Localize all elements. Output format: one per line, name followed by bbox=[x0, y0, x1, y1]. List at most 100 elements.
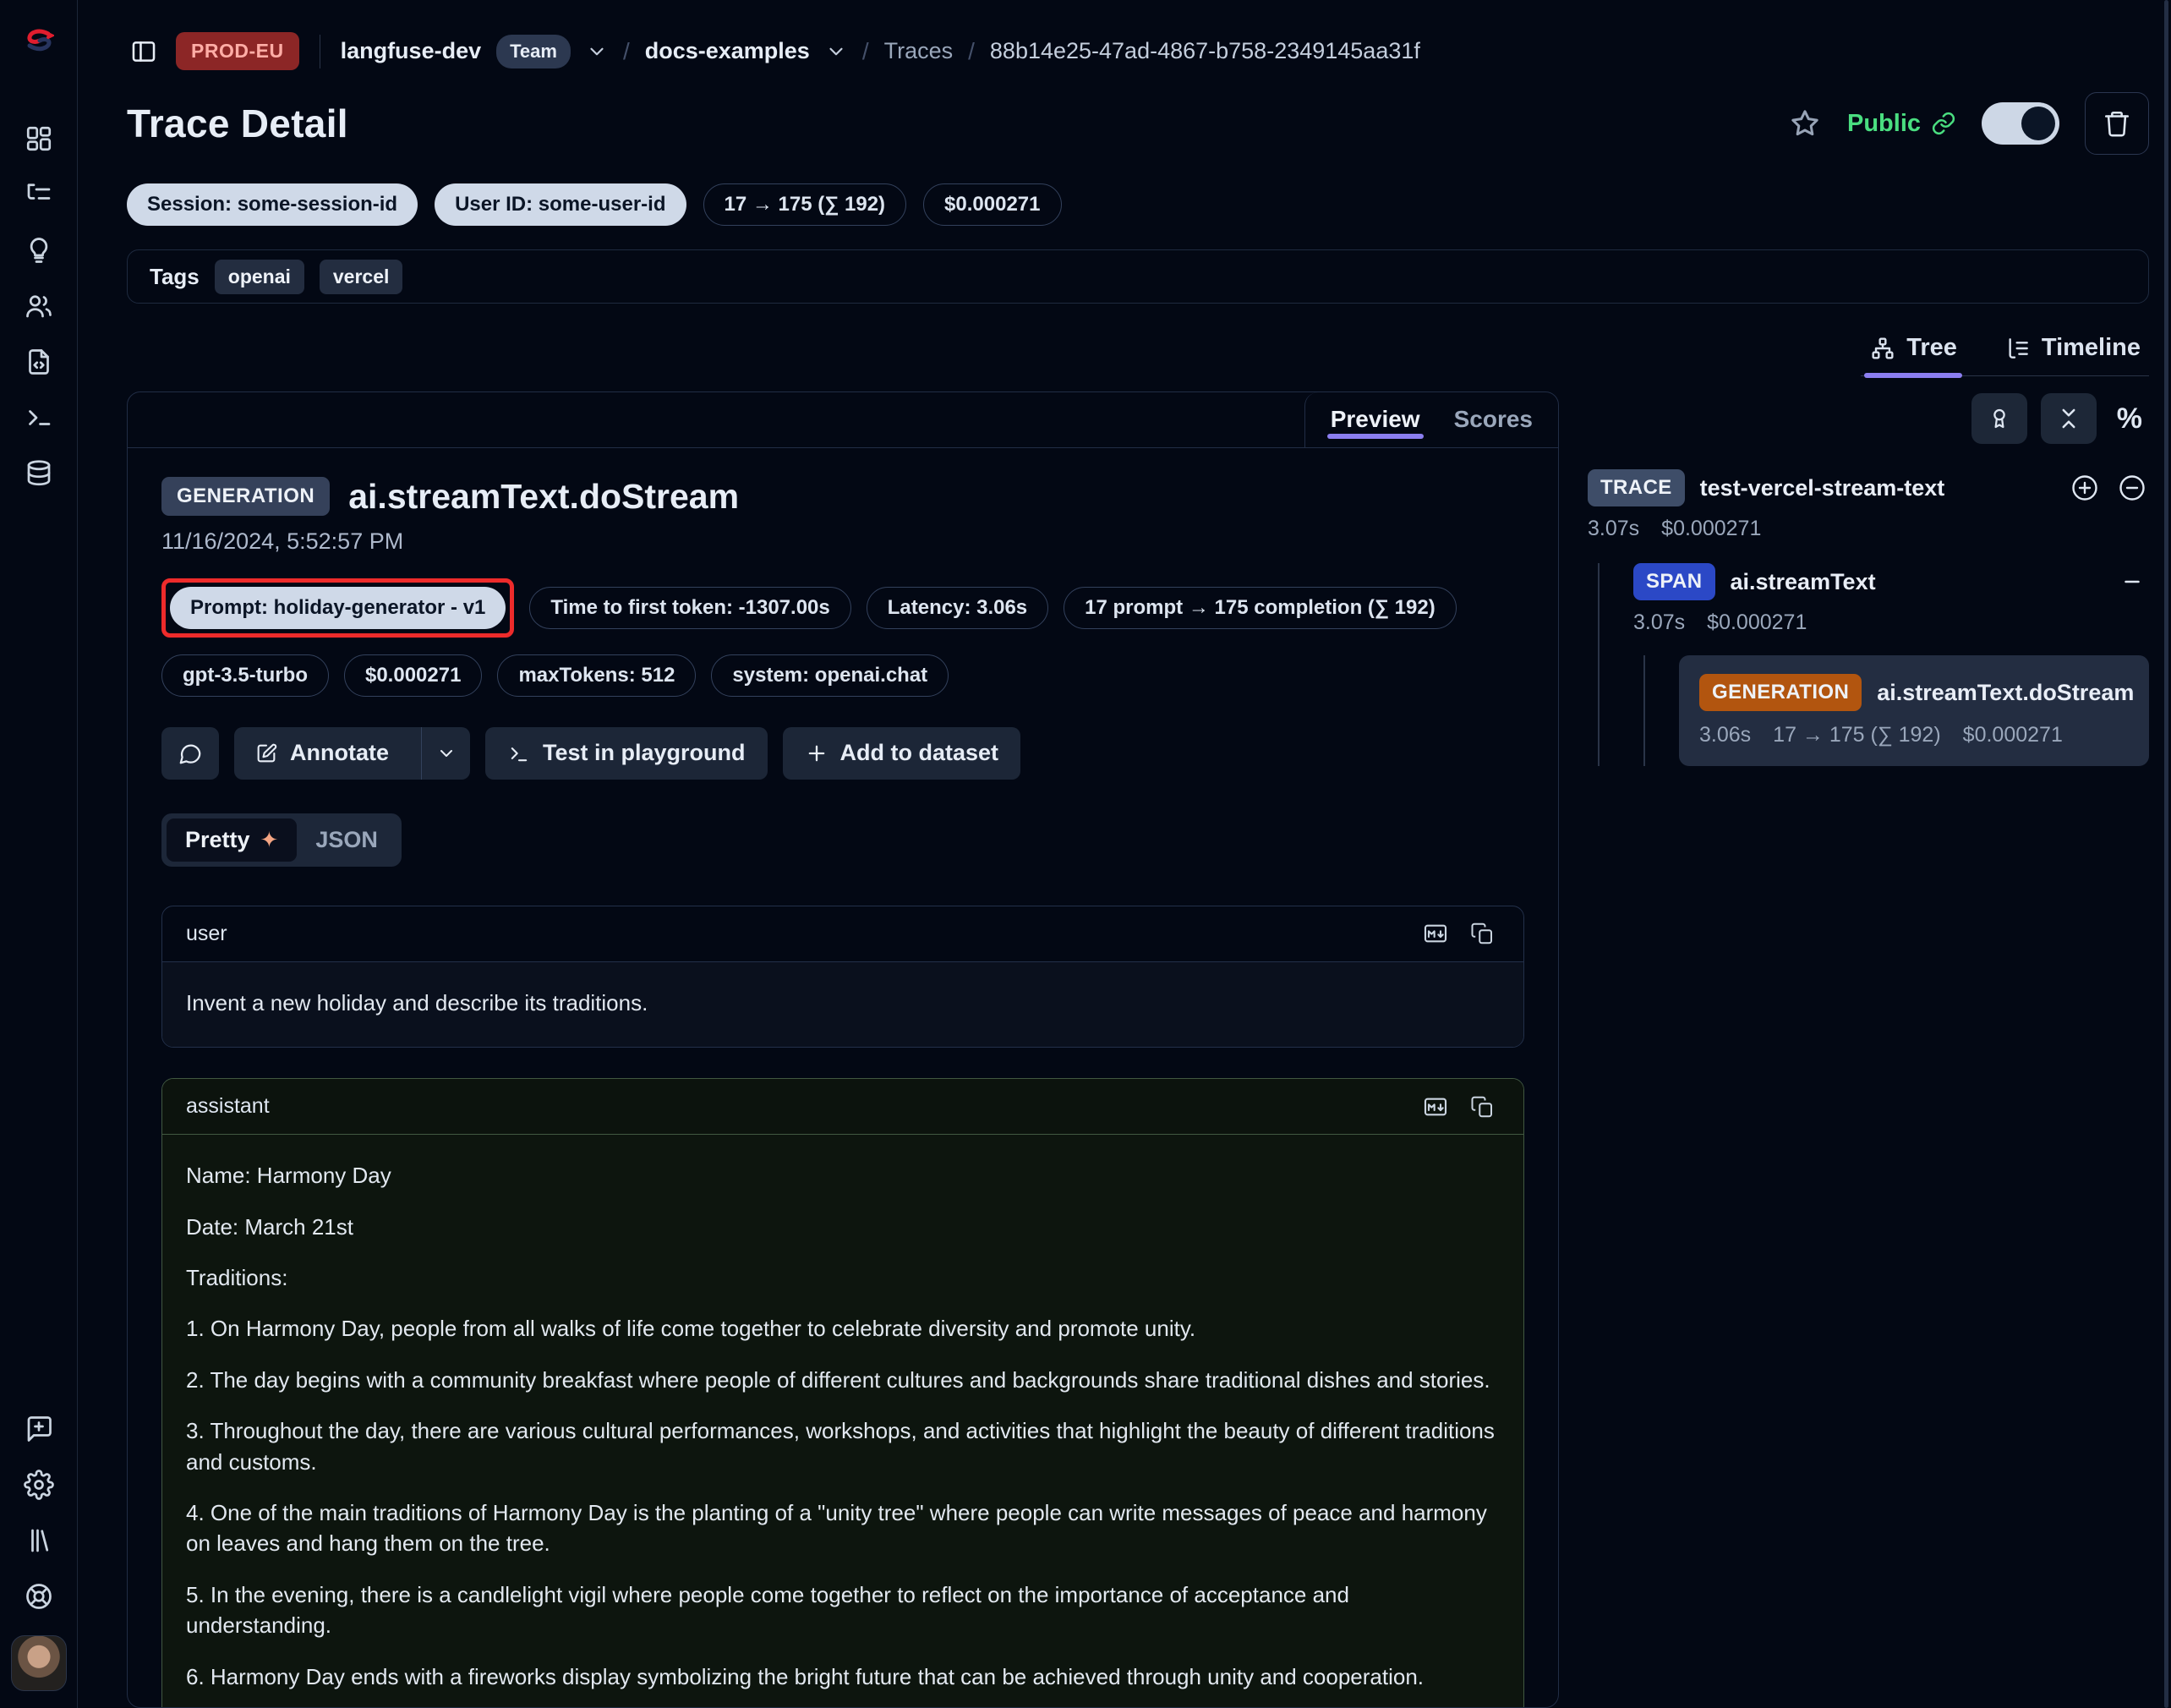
cost-badge: $0.000271 bbox=[923, 183, 1061, 226]
tree-toolbar: % bbox=[1588, 393, 2149, 444]
observation-title-row: GENERATION ai.streamText.doStream bbox=[161, 477, 1524, 517]
tab-tree[interactable]: Tree bbox=[1864, 329, 1962, 375]
tab-timeline-label: Timeline bbox=[2042, 334, 2141, 362]
tree-node-generation-selected[interactable]: GENERATION ai.streamText.doStream 3.06s … bbox=[1679, 655, 2149, 766]
terminal-icon bbox=[507, 742, 531, 765]
panel-toggle-icon[interactable] bbox=[127, 35, 161, 68]
generation-metrics: 3.06s 17 → 175 (∑ 192) $0.000271 bbox=[1699, 723, 2129, 747]
sidebar-item-docs[interactable] bbox=[22, 1524, 56, 1557]
toggle-knob bbox=[2021, 107, 2055, 140]
annotate-icon bbox=[254, 742, 278, 765]
annotate-button[interactable]: Annotate bbox=[234, 727, 470, 780]
panel-body: GENERATION ai.streamText.doStream 11/16/… bbox=[128, 448, 1558, 1707]
public-toggle[interactable] bbox=[1982, 102, 2059, 145]
message-text: Name: Harmony Day bbox=[186, 1160, 1500, 1191]
collapse-all-button[interactable] bbox=[2041, 393, 2097, 444]
user-message-card: user Invent a new holida bbox=[161, 906, 1524, 1048]
message-text: Traditions: bbox=[186, 1262, 1500, 1293]
award-icon bbox=[1987, 406, 2012, 431]
delete-trace-button[interactable] bbox=[2085, 92, 2149, 155]
sidebar-item-support[interactable] bbox=[22, 1579, 56, 1613]
page-title: Trace Detail bbox=[127, 101, 348, 146]
sidebar-item-users[interactable] bbox=[22, 289, 56, 323]
message-header-icons bbox=[1419, 917, 1500, 950]
copy-icon[interactable] bbox=[1466, 917, 1500, 950]
breadcrumb-project[interactable]: docs-examples bbox=[645, 38, 810, 64]
generation-name: ai.streamText.doStream bbox=[1877, 680, 2134, 706]
collapse-node-icon[interactable] bbox=[2115, 565, 2149, 599]
span-badge: SPAN bbox=[1633, 563, 1715, 600]
span-cost: $0.000271 bbox=[1707, 610, 1807, 635]
span-latency: 3.07s bbox=[1633, 610, 1685, 635]
sidebar-item-feedback[interactable] bbox=[22, 1412, 56, 1446]
session-badge[interactable]: Session: some-session-id bbox=[127, 183, 418, 226]
sidebar-item-dashboard[interactable] bbox=[22, 122, 56, 156]
format-json[interactable]: JSON bbox=[297, 818, 396, 862]
chevron-down-icon[interactable] bbox=[586, 41, 608, 63]
message-role: user bbox=[186, 922, 227, 946]
model-badge[interactable]: gpt-3.5-turbo bbox=[161, 654, 329, 697]
metrics-toggle-button[interactable]: % bbox=[2110, 402, 2149, 435]
sidebar-item-prompts[interactable] bbox=[22, 233, 56, 267]
environment-badge[interactable]: PROD-EU bbox=[176, 32, 299, 70]
star-icon[interactable] bbox=[1788, 107, 1822, 140]
sidebar-item-database[interactable] bbox=[22, 457, 56, 490]
view-tabs-row: Tree Timeline bbox=[127, 329, 2149, 376]
user-id-badge[interactable]: User ID: some-user-id bbox=[435, 183, 686, 226]
user-avatar[interactable] bbox=[11, 1635, 67, 1691]
scores-toggle-button[interactable] bbox=[1971, 393, 2027, 444]
markdown-icon[interactable] bbox=[1419, 1090, 1452, 1124]
playground-button[interactable]: Test in playground bbox=[485, 727, 768, 780]
observation-type-badge: GENERATION bbox=[161, 477, 330, 516]
sidebar-item-tracing[interactable] bbox=[22, 178, 56, 211]
trace-metrics: 3.07s $0.000271 bbox=[1588, 517, 2149, 541]
tags-bar[interactable]: Tags openai vercel bbox=[127, 249, 2149, 304]
message-role: assistant bbox=[186, 1094, 270, 1119]
tags-label: Tags bbox=[150, 264, 200, 290]
format-pretty[interactable]: Pretty ✦ bbox=[167, 818, 297, 862]
assistant-message-body: Name: Harmony Day Date: March 21st Tradi… bbox=[162, 1135, 1523, 1707]
sidebar-item-settings[interactable] bbox=[22, 1468, 56, 1502]
public-link[interactable]: Public bbox=[1847, 110, 1956, 138]
message-text: Date: March 21st bbox=[186, 1212, 1500, 1242]
langfuse-logo-icon[interactable] bbox=[22, 24, 56, 57]
timeline-icon bbox=[2004, 335, 2032, 362]
vertical-scrollbar[interactable] bbox=[2164, 0, 2168, 1708]
tree-node-trace[interactable]: TRACE test-vercel-stream-text bbox=[1588, 469, 2149, 506]
title-actions: Public bbox=[1788, 92, 2149, 155]
breadcrumb-section[interactable]: Traces bbox=[884, 38, 954, 64]
comment-button[interactable] bbox=[161, 727, 219, 780]
preview-panel: Preview Scores GENERATION ai.streamText.… bbox=[127, 391, 1559, 1708]
markdown-icon[interactable] bbox=[1419, 917, 1452, 950]
annotate-main[interactable]: Annotate bbox=[234, 727, 409, 780]
add-to-dataset-label: Add to dataset bbox=[840, 740, 999, 766]
add-to-dataset-button[interactable]: Add to dataset bbox=[783, 727, 1021, 780]
observation-title: ai.streamText.doStream bbox=[348, 477, 739, 517]
annotate-dropdown[interactable] bbox=[421, 727, 470, 780]
tag-item[interactable]: vercel bbox=[320, 260, 403, 294]
trace-latency: 3.07s bbox=[1588, 517, 1639, 541]
collapse-all-icon[interactable] bbox=[2115, 471, 2149, 505]
message-text: 3. Throughout the day, there are various… bbox=[186, 1415, 1500, 1477]
view-tabs: Tree Timeline bbox=[1861, 329, 2149, 376]
sidebar-item-datasets[interactable] bbox=[22, 345, 56, 379]
expand-all-icon[interactable] bbox=[2068, 471, 2102, 505]
tree-node-span[interactable]: SPAN ai.streamText bbox=[1633, 563, 2149, 600]
sidebar-item-playground[interactable] bbox=[22, 401, 56, 435]
observation-timestamp: 11/16/2024, 5:52:57 PM bbox=[161, 528, 1524, 555]
playground-label: Test in playground bbox=[543, 740, 746, 766]
breadcrumb-org[interactable]: langfuse-dev bbox=[341, 38, 482, 64]
max-tokens-badge: maxTokens: 512 bbox=[497, 654, 696, 697]
format-pretty-label: Pretty bbox=[185, 827, 250, 853]
prompt-badge[interactable]: Prompt: holiday-generator - v1 bbox=[170, 587, 506, 629]
breadcrumb-separator: / bbox=[623, 38, 630, 65]
trace-name: test-vercel-stream-text bbox=[1700, 475, 1945, 501]
tab-preview[interactable]: Preview bbox=[1331, 392, 1420, 447]
tab-timeline[interactable]: Timeline bbox=[1999, 329, 2146, 375]
copy-icon[interactable] bbox=[1466, 1090, 1500, 1124]
tab-scores[interactable]: Scores bbox=[1454, 392, 1533, 447]
tag-item[interactable]: openai bbox=[215, 260, 304, 294]
tree-indent-level1: SPAN ai.streamText 3.07s $0.000271 bbox=[1598, 563, 2149, 766]
chevron-down-icon[interactable] bbox=[825, 41, 847, 63]
message-text: 5. In the evening, there is a candleligh… bbox=[186, 1579, 1500, 1641]
